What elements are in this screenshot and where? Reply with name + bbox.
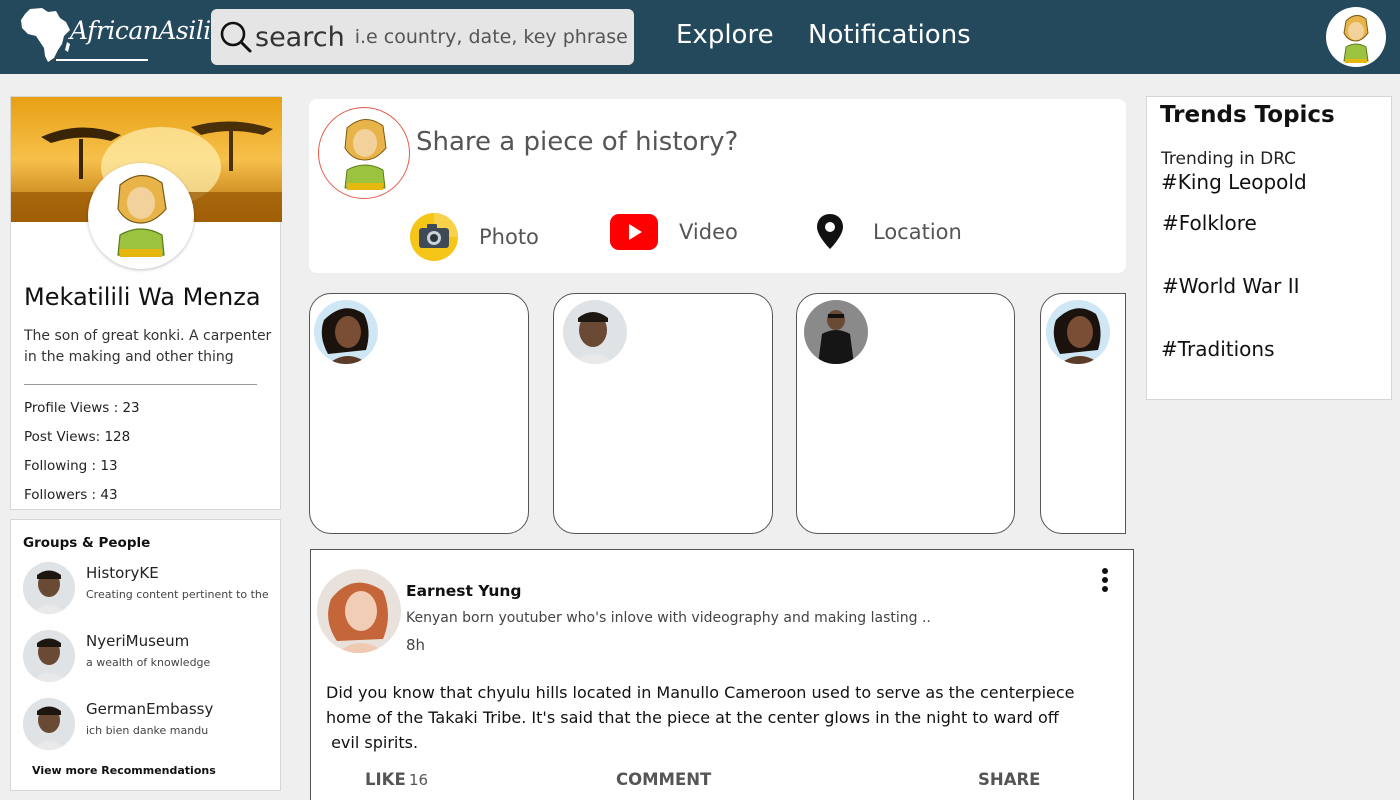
groups-people-card: Groups & People HistoryKE Creating conte… <box>10 519 281 791</box>
app-logo[interactable]: AfricanAsili <box>18 6 211 64</box>
like-button[interactable]: LIKE <box>365 770 406 789</box>
comment-button[interactable]: COMMENT <box>616 770 711 789</box>
search-placeholder: i.e country, date, key phrase <box>354 26 628 48</box>
group-desc: a wealth of knowledge <box>86 656 211 669</box>
share-button[interactable]: SHARE <box>978 770 1040 789</box>
more-options-icon[interactable] <box>1099 568 1111 598</box>
post-timestamp: 8h <box>406 636 426 654</box>
nav-notifications[interactable]: Notifications <box>808 20 971 50</box>
post-composer: Share a piece of history? Photo Video Lo… <box>309 99 1126 273</box>
post-author-bio: Kenyan born youtuber who's inlove with v… <box>406 610 931 626</box>
post-author-name[interactable]: Earnest Yung <box>406 582 522 600</box>
africa-map-icon <box>21 8 70 62</box>
profile-name: Mekatilili Wa Menza <box>24 283 261 311</box>
user-avatar[interactable] <box>1326 7 1386 67</box>
story-avatar <box>804 300 868 364</box>
profile-bio: The son of great konki. A carpenter in t… <box>24 328 272 365</box>
logo-underline <box>56 59 148 61</box>
groups-title: Groups & People <box>23 535 151 551</box>
stat-following[interactable]: Following : 13 <box>24 458 118 474</box>
trend-topic[interactable]: #Traditions <box>1161 337 1275 361</box>
story-card[interactable] <box>1040 293 1126 534</box>
video-play-icon <box>610 214 658 250</box>
trends-title: Trends Topics <box>1160 102 1335 128</box>
logo-text: AfricanAsili <box>70 16 211 45</box>
video-label: Video <box>679 220 738 244</box>
story-card[interactable] <box>553 293 773 534</box>
trends-card: Trends Topics Trending in DRC #King Leop… <box>1146 96 1392 400</box>
location-button[interactable]: Location <box>815 212 962 252</box>
post-card: Earnest Yung Kenyan born youtuber who's … <box>310 549 1134 800</box>
stat-profile-views: Profile Views : 23 <box>24 400 140 416</box>
nav-explore[interactable]: Explore <box>676 20 774 50</box>
photo-button[interactable]: Photo <box>409 212 539 262</box>
top-bar: AfricanAsili search i.e country, date, k… <box>0 0 1400 74</box>
trend-topic[interactable]: #World War II <box>1162 274 1300 298</box>
post-author-avatar[interactable] <box>317 569 401 653</box>
stat-followers[interactable]: Followers : 43 <box>24 487 118 503</box>
view-more-recommendations-link[interactable]: View more Recommendations <box>32 764 216 777</box>
post-body: Did you know that chyulu hills located i… <box>326 680 1086 755</box>
profile-avatar[interactable] <box>88 163 194 269</box>
location-pin-icon <box>817 214 843 249</box>
group-name[interactable]: GermanEmbassy <box>86 700 213 718</box>
trend-topic[interactable]: #King Leopold <box>1161 170 1307 194</box>
post-body-line: evil spirits. <box>326 733 419 752</box>
group-desc: ich bien danke mandu <box>86 724 209 737</box>
photo-label: Photo <box>479 225 539 249</box>
profile-card: Mekatilili Wa Menza The son of great kon… <box>10 96 282 510</box>
camera-icon <box>410 213 458 261</box>
story-avatar <box>1046 300 1110 364</box>
video-button[interactable]: Video <box>609 212 738 252</box>
post-body-line: home of the Takaki Tribe. It's said that… <box>326 708 1059 727</box>
story-card[interactable] <box>796 293 1015 534</box>
search-icon <box>220 21 252 53</box>
location-label: Location <box>873 220 962 244</box>
group-name[interactable]: NyeriMuseum <box>86 632 189 650</box>
story-avatar <box>314 300 378 364</box>
composer-avatar <box>318 107 410 199</box>
group-avatar[interactable] <box>23 562 75 614</box>
group-desc: Creating content pertinent to the <box>86 588 269 601</box>
group-avatar[interactable] <box>23 698 75 750</box>
stat-post-views: Post Views: 128 <box>24 429 131 445</box>
group-avatar[interactable] <box>23 630 75 682</box>
composer-prompt[interactable]: Share a piece of history? <box>416 127 738 157</box>
profile-divider <box>24 384 257 385</box>
story-card[interactable] <box>309 293 529 534</box>
like-count: 16 <box>409 771 429 789</box>
group-name[interactable]: HistoryKE <box>86 564 159 582</box>
cartoon-avatar-icon <box>1343 15 1369 63</box>
search-input[interactable]: search i.e country, date, key phrase <box>211 9 634 65</box>
trends-location: Trending in DRC <box>1161 149 1297 169</box>
post-body-line: Did you know that chyulu hills located i… <box>326 683 1075 702</box>
search-label: search <box>255 21 345 53</box>
story-avatar <box>563 300 627 364</box>
trend-topic[interactable]: #Folklore <box>1162 211 1257 235</box>
